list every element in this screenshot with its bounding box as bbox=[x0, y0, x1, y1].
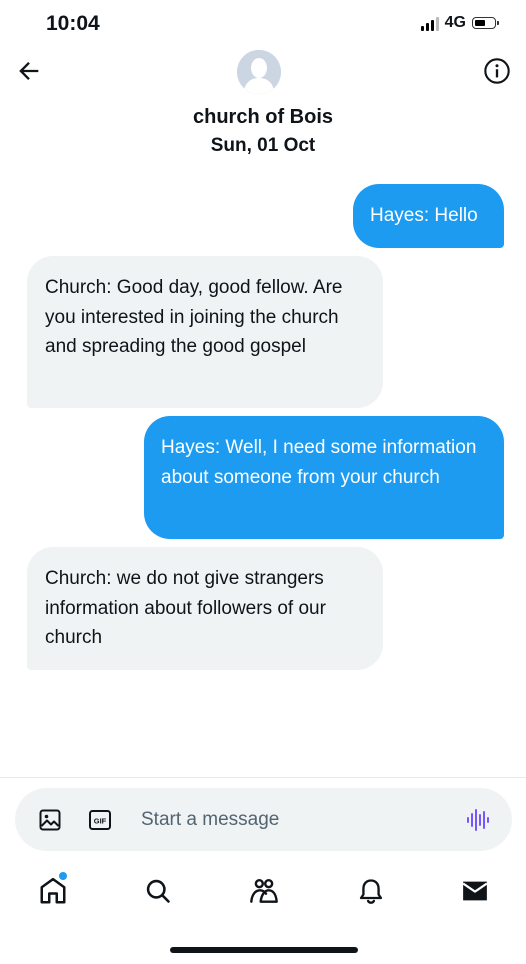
communities-icon bbox=[250, 879, 278, 903]
add-gif-button[interactable]: GIF bbox=[88, 808, 112, 832]
search-icon bbox=[146, 879, 170, 903]
voice-icon bbox=[467, 809, 489, 831]
signal-icon bbox=[420, 15, 439, 31]
network-type: 4G bbox=[444, 14, 466, 31]
home-indicator[interactable] bbox=[170, 947, 358, 953]
messages-icon bbox=[462, 881, 488, 901]
nav-messages[interactable] bbox=[458, 874, 492, 908]
info-icon bbox=[484, 58, 510, 84]
message-bubble-incoming[interactable]: Church: we do not give strangers informa… bbox=[27, 547, 383, 670]
avatar[interactable] bbox=[237, 50, 281, 94]
battery-icon bbox=[472, 17, 499, 29]
notification-dot bbox=[59, 872, 67, 880]
message-bubble-outgoing[interactable]: Hayes: Well, I need some information abo… bbox=[144, 416, 504, 539]
info-button[interactable] bbox=[482, 56, 512, 86]
home-icon bbox=[40, 877, 66, 904]
add-image-button[interactable] bbox=[38, 808, 62, 832]
composer-divider bbox=[0, 777, 526, 778]
arrow-left-icon bbox=[19, 62, 39, 80]
message-bubble-outgoing[interactable]: Hayes: Hello bbox=[353, 184, 504, 248]
conversation-title[interactable]: church of Bois bbox=[0, 106, 526, 129]
notifications-icon bbox=[359, 879, 383, 904]
conversation-date: Sun, 01 Oct bbox=[210, 135, 316, 156]
voice-message-button[interactable] bbox=[464, 806, 492, 834]
nav-communities[interactable] bbox=[247, 874, 281, 908]
status-time: 10:04 bbox=[46, 12, 100, 35]
nav-search[interactable] bbox=[141, 874, 175, 908]
svg-text:GIF: GIF bbox=[94, 817, 107, 826]
default-avatar-icon bbox=[237, 50, 281, 94]
image-icon bbox=[39, 809, 61, 831]
gif-icon: GIF bbox=[89, 810, 111, 830]
message-bubble-incoming[interactable]: Church: Good day, good fellow. Are you i… bbox=[27, 256, 383, 408]
back-button[interactable] bbox=[14, 56, 44, 86]
nav-notifications[interactable] bbox=[354, 874, 388, 908]
message-input[interactable] bbox=[141, 806, 421, 834]
status-indicators: 4G bbox=[420, 14, 499, 32]
